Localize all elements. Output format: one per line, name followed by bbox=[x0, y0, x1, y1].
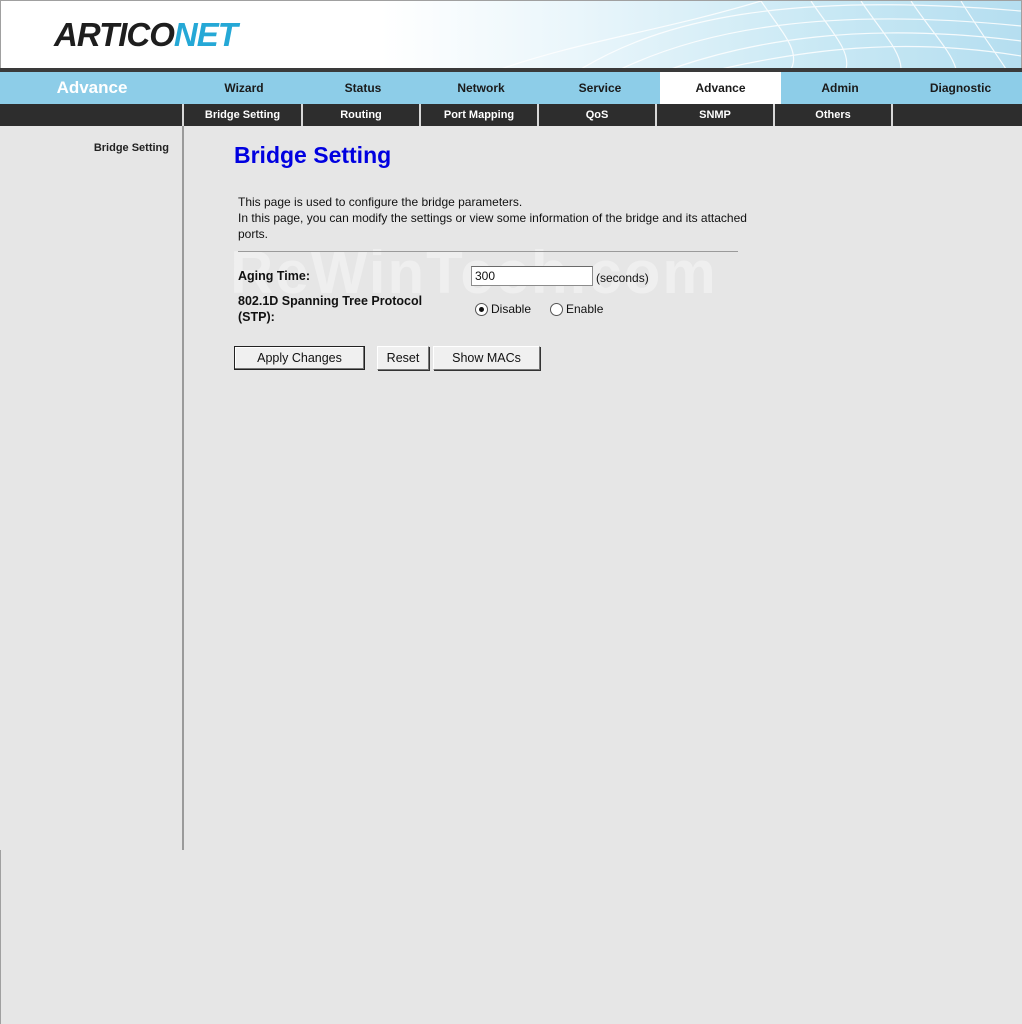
header-banner: ARTICONET bbox=[0, 0, 1022, 68]
tab-advance[interactable]: Advance bbox=[660, 72, 781, 104]
sub-nav: Bridge Setting Routing Port Mapping QoS … bbox=[0, 104, 1022, 126]
description-line-1: This page is used to configure the bridg… bbox=[238, 195, 523, 209]
subtab-bridge-setting[interactable]: Bridge Setting bbox=[182, 104, 301, 126]
logo-part1: ARTICO bbox=[54, 16, 175, 53]
apply-changes-button[interactable]: Apply Changes bbox=[234, 346, 365, 370]
stp-disable-label: Disable bbox=[491, 302, 532, 316]
subtab-empty bbox=[891, 104, 1022, 126]
tab-status[interactable]: Status bbox=[304, 72, 422, 104]
stp-disable-option[interactable]: Disable bbox=[475, 301, 531, 317]
tab-diagnostic[interactable]: Diagnostic bbox=[899, 72, 1022, 104]
sidebar: Bridge Setting bbox=[0, 126, 182, 850]
tab-admin[interactable]: Admin bbox=[781, 72, 899, 104]
stp-disable-radio[interactable] bbox=[475, 302, 488, 316]
tab-network[interactable]: Network bbox=[422, 72, 540, 104]
stp-enable-radio[interactable] bbox=[550, 302, 563, 316]
subtab-others[interactable]: Others bbox=[773, 104, 891, 126]
subtab-qos[interactable]: QoS bbox=[537, 104, 655, 126]
aging-time-units: (seconds) bbox=[596, 271, 649, 285]
main-nav: Advance Wizard Status Network Service Ad… bbox=[0, 72, 1022, 104]
page-title: Bridge Setting bbox=[234, 142, 392, 168]
section-title: Advance bbox=[56, 78, 128, 97]
aging-time-label: Aging Time: bbox=[238, 269, 310, 283]
tab-wizard[interactable]: Wizard bbox=[184, 72, 304, 104]
aging-time-input[interactable] bbox=[471, 266, 593, 286]
globe-grid-graphic bbox=[502, 1, 1021, 68]
stp-enable-option[interactable]: Enable bbox=[550, 301, 603, 317]
subtab-routing[interactable]: Routing bbox=[301, 104, 419, 126]
subtab-port-mapping[interactable]: Port Mapping bbox=[419, 104, 537, 126]
stp-label: 802.1D Spanning Tree Protocol (STP): bbox=[238, 294, 423, 324]
separator-line bbox=[238, 251, 738, 252]
stp-enable-label: Enable bbox=[566, 302, 604, 316]
logo-part2: NET bbox=[173, 16, 238, 53]
tab-service[interactable]: Service bbox=[540, 72, 660, 104]
subtab-snmp[interactable]: SNMP bbox=[655, 104, 773, 126]
description-line-2: In this page, you can modify the setting… bbox=[238, 211, 747, 241]
articonet-logo: ARTICONET bbox=[54, 15, 238, 55]
sidebar-item-bridge-setting[interactable]: Bridge Setting bbox=[94, 142, 169, 154]
show-macs-button[interactable]: Show MACs bbox=[433, 346, 540, 370]
sidebar-divider bbox=[182, 126, 184, 850]
page-description: This page is used to configure the bridg… bbox=[238, 194, 758, 242]
reset-button[interactable]: Reset bbox=[377, 346, 429, 370]
